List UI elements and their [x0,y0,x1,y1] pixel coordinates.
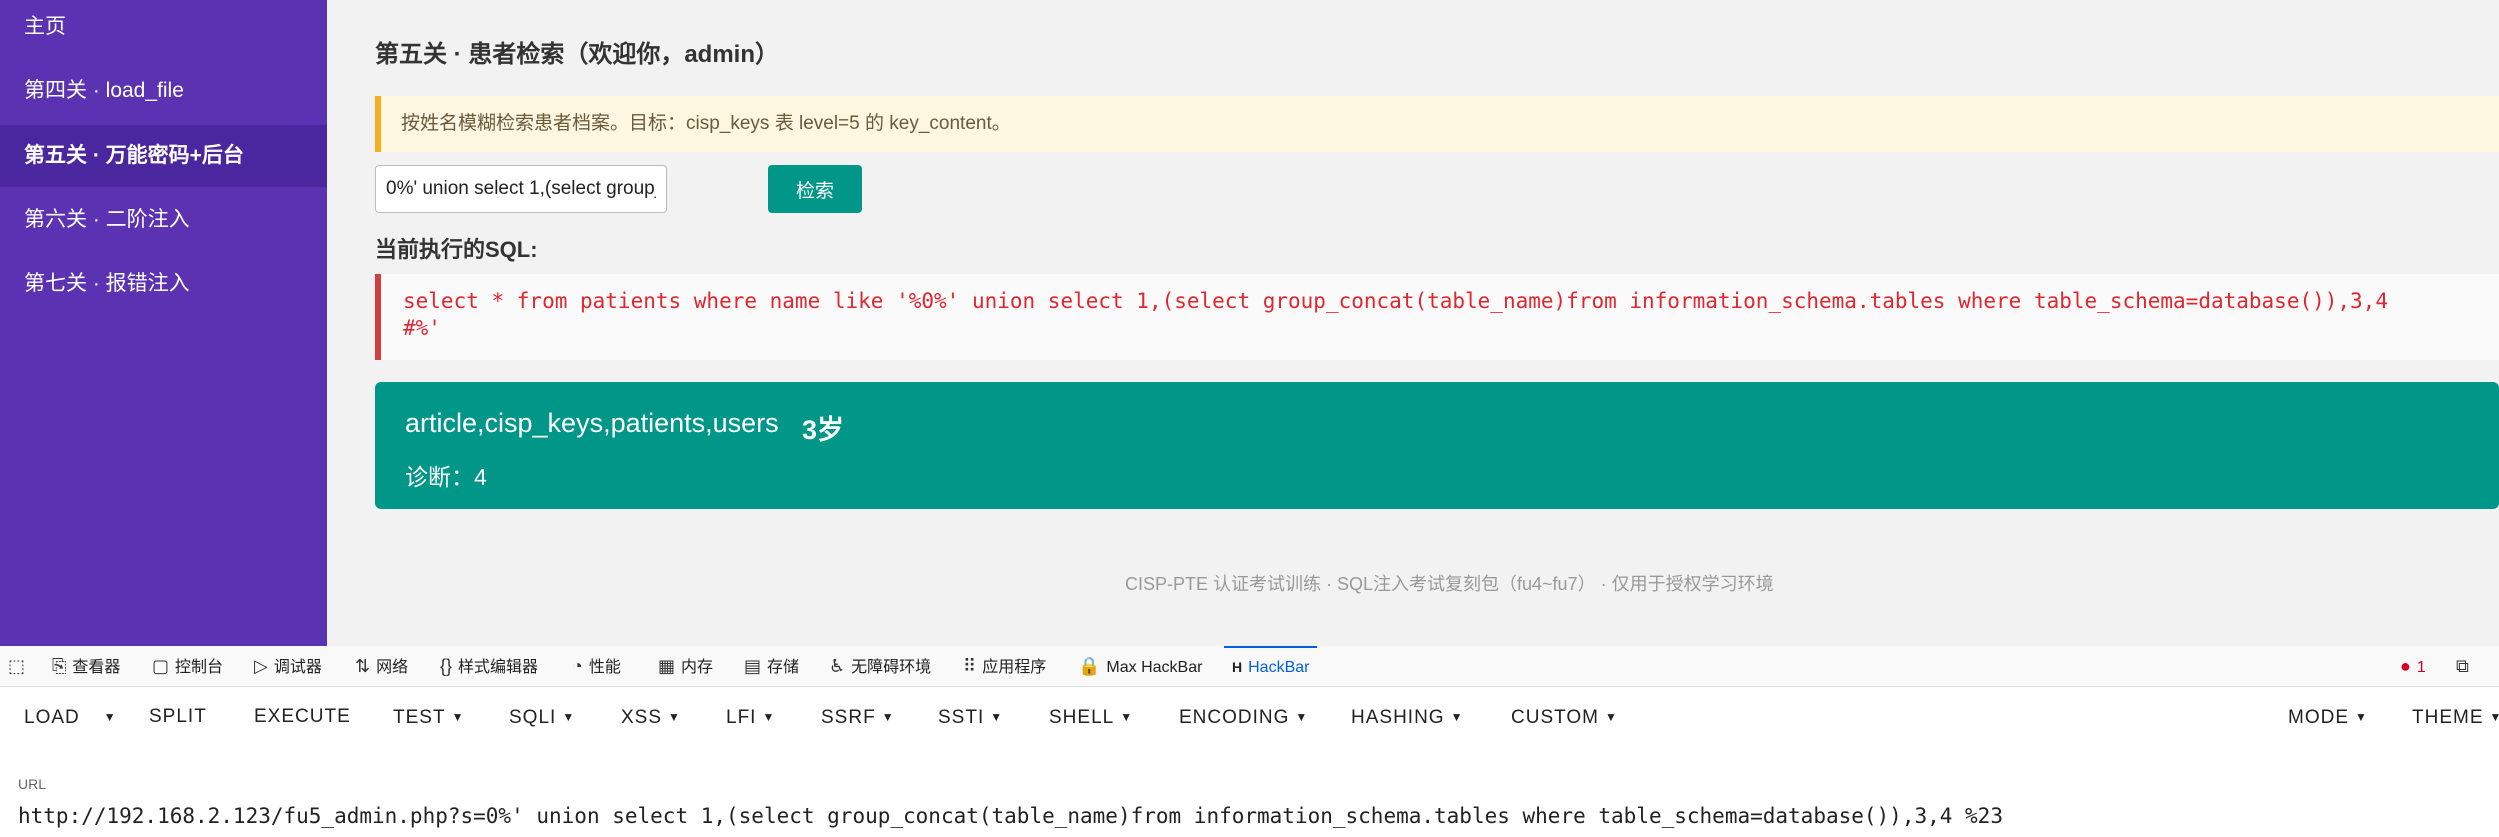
tab-label: 无障碍环境 [851,659,932,676]
url-field[interactable]: http://192.168.2.123/fu5_admin.php?s=0%'… [18,804,2003,828]
sidebar: 主页 第四关 · load_file 第五关 · 万能密码+后台 第六关 · 二… [0,0,327,646]
tab-hackbar[interactable]: H HackBar [1224,646,1318,687]
tab-network[interactable]: ⇅ 网络 [355,646,408,687]
ssrf-menu[interactable]: SSRF ▼ [821,688,895,746]
hackbar-toolbar: LOAD ▼ SPLIT EXECUTE TEST ▼ SQLI ▼ XSS ▼ LFI… [0,688,2499,746]
sidebar-item-level4[interactable]: 第四关 · load_file [0,60,327,122]
tab-memory[interactable]: ▦ 内存 [658,646,713,687]
page-title: 第五关 · 患者检索（欢迎你，admin） [375,41,780,68]
debugger-icon: ▷ [254,656,268,676]
application-icon: ⠿ [963,656,977,676]
shell-menu[interactable]: SHELL ▼ [1049,688,1133,746]
chevron-down-icon: ▼ [451,710,465,724]
result-name: article,cisp_keys,patients,users [405,408,779,438]
tab-label: 内存 [681,659,714,676]
ssti-menu[interactable]: SSTI ▼ [938,688,1003,746]
error-icon: ● [2400,656,2411,676]
sql-heading: 当前执行的SQL: [375,237,538,262]
sql-query-line-2: #%' [403,316,441,340]
inspector-icon: ⎘ [52,656,67,676]
devtools-tabbar: ⬚ ⎘ 查看器 ▢ 控制台 ▷ 调试器 ⇅ 网络 {} 样式编辑器 ◔ 性能 ▦ 内存 ▤ 存储… [0,646,2499,687]
tab-label: 性能 [588,659,621,676]
search-input[interactable] [375,165,667,213]
tab-inspector[interactable]: ⎘ 查看器 [52,646,120,687]
sidebar-item-home[interactable]: 主页 [0,0,327,58]
split-button[interactable]: SPLIT [149,688,207,746]
performance-icon: ◔ [572,656,583,676]
encoding-menu[interactable]: ENCODING ▼ [1179,688,1308,746]
chevron-down-icon: ▼ [762,710,776,724]
tab-debugger[interactable]: ▷ 调试器 [254,646,322,687]
tab-application[interactable]: ⠿ 应用程序 [963,646,1046,687]
tab-label: 调试器 [273,659,322,676]
custom-menu[interactable]: CUSTOM ▼ [1511,688,1618,746]
tab-label: 样式编辑器 [458,659,539,676]
result-diagnosis: 诊断：4 [405,464,487,490]
tab-label: Max HackBar [1106,659,1203,676]
chevron-down-icon: ▼ [668,710,681,724]
result-card: article,cisp_keys,patients,users 3岁 诊断：4 [375,382,2499,509]
tab-label: 存储 [767,659,800,676]
tab-max-hackbar[interactable]: 🔒 Max HackBar [1078,646,1202,687]
web-page: 主页 第四关 · load_file 第五关 · 万能密码+后台 第六关 · 二… [0,0,2499,646]
page-footer: CISP-PTE 认证考试训练 · SQL注入考试复刻包（fu4~fu7） · … [1125,574,1774,594]
error-counter[interactable]: ● 1 [2400,646,2426,687]
lock-icon: 🔒 [1078,656,1101,676]
mode-menu[interactable]: MODE ▼ [2288,688,2368,746]
main-content: 第五关 · 患者检索（欢迎你，admin） 按姓名模糊检索患者档案。目标：cis… [327,0,2499,646]
sql-query-box: select * from patients where name like '… [375,274,2499,360]
xss-menu[interactable]: XSS ▼ [621,688,681,746]
chevron-down-icon: ▼ [990,710,1004,724]
element-picker-icon[interactable]: ⬚ [8,646,31,687]
chevron-down-icon: ▼ [1450,710,1464,724]
chevron-down-icon: ▼ [2489,710,2499,724]
network-icon: ⇅ [355,656,371,676]
memory-icon: ▦ [658,656,676,676]
console-icon: ▢ [152,656,170,676]
tab-console[interactable]: ▢ 控制台 [152,646,223,687]
chevron-down-icon: ▼ [562,710,576,724]
tab-accessibility[interactable]: ♿ 无障碍环境 [829,646,931,687]
tab-label: 控制台 [175,659,224,676]
sidebar-item-level6[interactable]: 第六关 · 二阶注入 [0,189,327,251]
execute-button[interactable]: EXECUTE [254,688,351,746]
url-label: URL [18,776,47,792]
chevron-down-icon: ▼ [1604,710,1618,724]
tab-style-editor[interactable]: {} 样式编辑器 [440,646,538,687]
tab-storage[interactable]: ▤ 存储 [744,646,799,687]
result-age: 3岁 [802,415,845,445]
load-button[interactable]: LOAD ▼ [24,688,117,746]
hashing-menu[interactable]: HASHING ▼ [1351,688,1463,746]
storage-icon: ▤ [744,656,762,676]
dock-icon[interactable]: ⧉ [2456,646,2475,687]
theme-menu[interactable]: THEME ▼ [2412,688,2499,746]
hackbar-icon: H [1232,659,1243,675]
sql-query-line-1: select * from patients where name like '… [403,289,2388,313]
tab-label: HackBar [1248,659,1310,676]
test-menu[interactable]: TEST ▼ [393,688,464,746]
lfi-menu[interactable]: LFI ▼ [726,688,775,746]
chevron-down-icon: ▼ [1120,710,1134,724]
chevron-down-icon: ▼ [2355,710,2368,724]
chevron-down-icon: ▼ [881,710,895,724]
tab-label: 网络 [376,659,409,676]
search-button[interactable]: 检索 [768,165,862,213]
style-editor-icon: {} [440,656,453,676]
accessibility-icon: ♿ [829,656,846,676]
sidebar-item-level5[interactable]: 第五关 · 万能密码+后台 [0,125,327,187]
error-count: 1 [2416,659,2426,676]
tab-label: 应用程序 [982,659,1047,676]
tab-label: 查看器 [72,659,121,676]
tab-performance[interactable]: ◔ 性能 [572,646,621,687]
devtools-panel: ⬚ ⎘ 查看器 ▢ 控制台 ▷ 调试器 ⇅ 网络 {} 样式编辑器 ◔ 性能 ▦ 内存 ▤ 存储… [0,646,2499,837]
chevron-down-icon: ▼ [1295,710,1309,724]
notice-banner: 按姓名模糊检索患者档案。目标：cisp_keys 表 level=5 的 key… [375,96,2499,152]
sidebar-item-level7[interactable]: 第七关 · 报错注入 [0,253,327,315]
sqli-menu[interactable]: SQLI ▼ [509,688,575,746]
chevron-down-icon[interactable]: ▼ [104,688,117,746]
